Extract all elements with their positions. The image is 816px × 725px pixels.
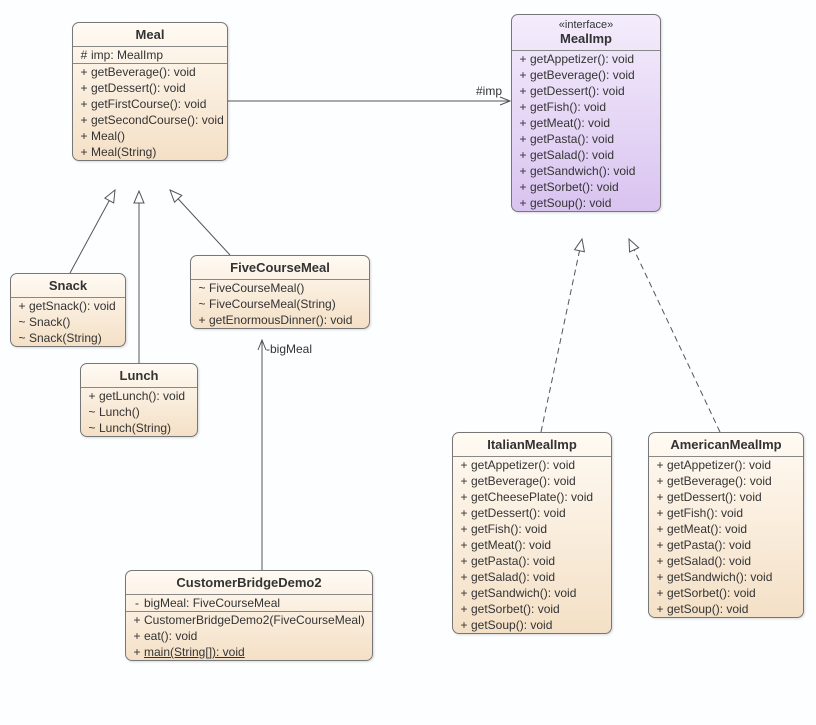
op-row: +getEnormousDinner(): void bbox=[191, 312, 369, 328]
op-row: +getLunch(): void bbox=[81, 388, 197, 404]
op-row: +getSalad(): void bbox=[453, 569, 611, 585]
op-row: +getPasta(): void bbox=[453, 553, 611, 569]
ops-section: +getSnack(): void ~Snack() ~Snack(String… bbox=[11, 298, 125, 346]
class-lunch[interactable]: Lunch +getLunch(): void ~Lunch() ~Lunch(… bbox=[80, 363, 198, 437]
op-row: +Meal(String) bbox=[73, 144, 227, 160]
op-row: +eat(): void bbox=[126, 628, 372, 644]
op-row: +getSorbet(): void bbox=[512, 179, 660, 195]
class-italianmealimp[interactable]: ItalianMealImp +getAppetizer(): void +ge… bbox=[452, 432, 612, 634]
ops-section: ~FiveCourseMeal() ~FiveCourseMeal(String… bbox=[191, 280, 369, 328]
op-row: +getSorbet(): void bbox=[649, 585, 803, 601]
op-row: +getSalad(): void bbox=[649, 553, 803, 569]
op-row: +main(String[]): void bbox=[126, 644, 372, 660]
class-title: AmericanMealImp bbox=[649, 433, 803, 457]
op-row: +getPasta(): void bbox=[649, 537, 803, 553]
class-title: FiveCourseMeal bbox=[191, 256, 369, 280]
op-row: ~FiveCourseMeal() bbox=[191, 280, 369, 296]
op-row: +CustomerBridgeDemo2(FiveCourseMeal) bbox=[126, 612, 372, 628]
class-title: CustomerBridgeDemo2 bbox=[126, 571, 372, 595]
op-row: +getCheesePlate(): void bbox=[453, 489, 611, 505]
ops-section: +CustomerBridgeDemo2(FiveCourseMeal) +ea… bbox=[126, 612, 372, 660]
class-title: «interface» MealImp bbox=[512, 15, 660, 51]
op-row: +Meal() bbox=[73, 128, 227, 144]
class-snack[interactable]: Snack +getSnack(): void ~Snack() ~Snack(… bbox=[10, 273, 126, 347]
op-row: +getSandwich(): void bbox=[649, 569, 803, 585]
class-meal[interactable]: Meal #imp: MealImp +getBeverage(): void … bbox=[72, 22, 228, 161]
class-title: Snack bbox=[11, 274, 125, 298]
op-row: ~Snack() bbox=[11, 314, 125, 330]
op-row: +getSandwich(): void bbox=[512, 163, 660, 179]
op-row: +getMeat(): void bbox=[512, 115, 660, 131]
class-customerbridgedemo2[interactable]: CustomerBridgeDemo2 -bigMeal: FiveCourse… bbox=[125, 570, 373, 661]
op-row: +getDessert(): void bbox=[453, 505, 611, 521]
ops-section: +getLunch(): void ~Lunch() ~Lunch(String… bbox=[81, 388, 197, 436]
op-row: +getFish(): void bbox=[453, 521, 611, 537]
op-row: +getBeverage(): void bbox=[453, 473, 611, 489]
op-row: +getSandwich(): void bbox=[453, 585, 611, 601]
ops-section: +getAppetizer(): void +getBeverage(): vo… bbox=[512, 51, 660, 211]
class-title: Meal bbox=[73, 23, 227, 47]
op-row: +getBeverage(): void bbox=[73, 64, 227, 80]
attr-row: #imp: MealImp bbox=[73, 47, 227, 63]
op-row: +getBeverage(): void bbox=[512, 67, 660, 83]
class-name: MealImp bbox=[560, 31, 612, 46]
op-row: +getDessert(): void bbox=[649, 489, 803, 505]
ops-section: +getAppetizer(): void +getBeverage(): vo… bbox=[649, 457, 803, 617]
op-row: +getFish(): void bbox=[512, 99, 660, 115]
op-row: ~Snack(String) bbox=[11, 330, 125, 346]
op-row: +getBeverage(): void bbox=[649, 473, 803, 489]
op-row: +getSoup(): void bbox=[649, 601, 803, 617]
ops-section: +getBeverage(): void +getDessert(): void… bbox=[73, 64, 227, 160]
op-row: +getAppetizer(): void bbox=[512, 51, 660, 67]
op-row: +getSnack(): void bbox=[11, 298, 125, 314]
ops-section: +getAppetizer(): void +getBeverage(): vo… bbox=[453, 457, 611, 633]
class-americanmealimp[interactable]: AmericanMealImp +getAppetizer(): void +g… bbox=[648, 432, 804, 618]
assoc-label-imp: #imp bbox=[476, 84, 502, 98]
op-row: +getAppetizer(): void bbox=[453, 457, 611, 473]
op-row: +getFirstCourse(): void bbox=[73, 96, 227, 112]
op-row: +getSorbet(): void bbox=[453, 601, 611, 617]
class-title: ItalianMealImp bbox=[453, 433, 611, 457]
attrs-section: #imp: MealImp bbox=[73, 47, 227, 64]
stereotype: «interface» bbox=[518, 19, 654, 31]
op-row: ~FiveCourseMeal(String) bbox=[191, 296, 369, 312]
attr-row: -bigMeal: FiveCourseMeal bbox=[126, 595, 372, 611]
op-row: +getDessert(): void bbox=[512, 83, 660, 99]
op-row: +getSecondCourse(): void bbox=[73, 112, 227, 128]
op-row: ~Lunch(String) bbox=[81, 420, 197, 436]
op-row: ~Lunch() bbox=[81, 404, 197, 420]
op-row: +getMeat(): void bbox=[453, 537, 611, 553]
op-row: +getDessert(): void bbox=[73, 80, 227, 96]
interface-mealimp[interactable]: «interface» MealImp +getAppetizer(): voi… bbox=[511, 14, 661, 212]
op-row: +getSalad(): void bbox=[512, 147, 660, 163]
op-row: +getPasta(): void bbox=[512, 131, 660, 147]
assoc-label-bigmeal: -bigMeal bbox=[266, 342, 312, 356]
op-row: +getAppetizer(): void bbox=[649, 457, 803, 473]
op-row: +getSoup(): void bbox=[512, 195, 660, 211]
op-row: +getFish(): void bbox=[649, 505, 803, 521]
op-row: +getSoup(): void bbox=[453, 617, 611, 633]
class-fivecoursemeal[interactable]: FiveCourseMeal ~FiveCourseMeal() ~FiveCo… bbox=[190, 255, 370, 329]
class-title: Lunch bbox=[81, 364, 197, 388]
op-row: +getMeat(): void bbox=[649, 521, 803, 537]
attrs-section: -bigMeal: FiveCourseMeal bbox=[126, 595, 372, 612]
